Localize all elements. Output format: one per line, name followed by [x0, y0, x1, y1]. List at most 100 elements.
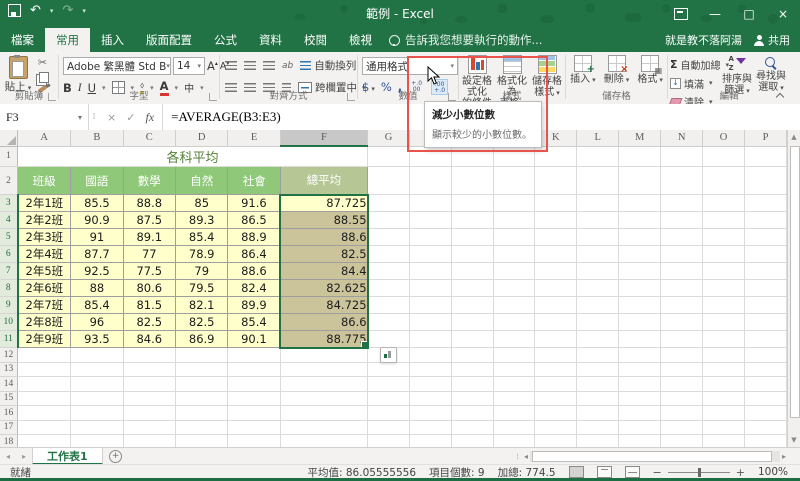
row-header-2[interactable]: 2: [0, 167, 18, 195]
row-header-11[interactable]: 11: [0, 331, 18, 348]
cell[interactable]: [176, 391, 228, 406]
column-header-A[interactable]: A: [18, 130, 71, 146]
table-header-cell[interactable]: 總平均: [280, 167, 367, 195]
column-header-G[interactable]: G: [368, 130, 410, 146]
cut-icon[interactable]: ✂: [38, 57, 47, 68]
cancel-icon[interactable]: ×: [107, 111, 116, 124]
cell[interactable]: [577, 331, 619, 348]
page-break-view-icon[interactable]: [625, 466, 640, 478]
ribbon-tab-檔案[interactable]: 檔案: [0, 28, 45, 52]
row-header-5[interactable]: 5: [0, 229, 18, 246]
cell[interactable]: [451, 362, 493, 377]
ribbon-tab-插入[interactable]: 插入: [90, 28, 135, 52]
cell[interactable]: [535, 146, 577, 167]
cell[interactable]: [409, 331, 451, 348]
cell-F10[interactable]: 86.6: [280, 314, 367, 331]
cell[interactable]: [535, 435, 577, 448]
cell[interactable]: [619, 167, 661, 195]
cell[interactable]: 2年4班: [18, 246, 71, 263]
cell[interactable]: [577, 212, 619, 229]
cell[interactable]: [703, 314, 745, 331]
cell[interactable]: [577, 348, 619, 363]
cell[interactable]: [176, 406, 228, 421]
cell[interactable]: 79: [176, 263, 228, 280]
cell[interactable]: [368, 212, 410, 229]
cell[interactable]: [577, 362, 619, 377]
cell[interactable]: [661, 314, 703, 331]
cell[interactable]: [661, 377, 703, 392]
cell[interactable]: 89.3: [176, 212, 228, 229]
cell[interactable]: [493, 167, 535, 195]
font-name-select[interactable]: Adobe 繁黑體 Std B▾: [63, 57, 171, 75]
cell[interactable]: [409, 167, 451, 195]
cell[interactable]: 96: [71, 314, 123, 331]
cell[interactable]: [493, 348, 535, 363]
font-dialog-launcher-icon[interactable]: [209, 93, 217, 101]
cell[interactable]: [577, 391, 619, 406]
cell[interactable]: [451, 297, 493, 314]
cell[interactable]: [451, 146, 493, 167]
cell[interactable]: [493, 229, 535, 246]
cell[interactable]: [493, 362, 535, 377]
cell[interactable]: [745, 167, 787, 195]
clipboard-dialog-launcher-icon[interactable]: [48, 93, 56, 101]
table-header-cell[interactable]: 數學: [123, 167, 175, 195]
share-button[interactable]: 共用: [754, 32, 790, 48]
quick-analysis-button[interactable]: [380, 347, 397, 363]
cell[interactable]: [409, 195, 451, 212]
column-header-M[interactable]: M: [619, 130, 661, 146]
cell[interactable]: [745, 377, 787, 392]
vertical-scroll-thumb[interactable]: [790, 146, 800, 418]
cell[interactable]: [280, 435, 367, 448]
cell[interactable]: [745, 406, 787, 421]
cell[interactable]: [703, 246, 745, 263]
cell[interactable]: [280, 348, 367, 363]
cell[interactable]: [280, 406, 367, 421]
row-header-8[interactable]: 8: [0, 280, 18, 297]
number-dialog-launcher-icon[interactable]: [448, 93, 456, 101]
cell[interactable]: 88.8: [123, 195, 175, 212]
cell[interactable]: 87.5: [123, 212, 175, 229]
cell[interactable]: 85.4: [71, 297, 123, 314]
row-header-16[interactable]: 16: [0, 406, 18, 421]
cell[interactable]: 85: [176, 195, 228, 212]
table-header-cell[interactable]: 班級: [18, 167, 71, 195]
horizontal-scroll-thumb[interactable]: [532, 451, 772, 462]
cell[interactable]: 2年3班: [18, 229, 71, 246]
wrap-text-button[interactable]: 自動換列: [300, 58, 356, 73]
row-header-15[interactable]: 15: [0, 391, 18, 406]
cell[interactable]: [577, 377, 619, 392]
copy-icon[interactable]: [39, 72, 49, 83]
table-header-cell[interactable]: 社會: [228, 167, 280, 195]
cell[interactable]: 78.9: [176, 246, 228, 263]
row-header-10[interactable]: 10: [0, 314, 18, 331]
cell[interactable]: [577, 229, 619, 246]
column-header-B[interactable]: B: [71, 130, 123, 146]
ribbon-tab-資料[interactable]: 資料: [248, 28, 293, 52]
cell[interactable]: 82.4: [228, 280, 280, 297]
cell[interactable]: [535, 391, 577, 406]
scrollbar-splitter[interactable]: ⁞: [516, 452, 519, 461]
scroll-left-icon[interactable]: ◂: [524, 452, 528, 461]
cell[interactable]: [535, 195, 577, 212]
cell[interactable]: [703, 297, 745, 314]
cell[interactable]: 89.1: [123, 229, 175, 246]
cell[interactable]: 87.7: [71, 246, 123, 263]
cell[interactable]: [493, 420, 535, 435]
align-middle-icon[interactable]: [244, 61, 256, 70]
cell[interactable]: 81.5: [123, 297, 175, 314]
cell[interactable]: [368, 229, 410, 246]
cell[interactable]: [71, 391, 123, 406]
cell[interactable]: [368, 331, 410, 348]
cell[interactable]: 85.5: [71, 195, 123, 212]
cell[interactable]: [368, 406, 410, 421]
cell[interactable]: 90.9: [71, 212, 123, 229]
cell[interactable]: 2年9班: [18, 331, 71, 348]
row-header-7[interactable]: 7: [0, 263, 18, 280]
cell[interactable]: 91: [71, 229, 123, 246]
cell[interactable]: 86.5: [228, 212, 280, 229]
table-header-cell[interactable]: 自然: [176, 167, 228, 195]
collapse-ribbon-icon[interactable]: [776, 92, 784, 100]
cell[interactable]: [18, 420, 71, 435]
cell[interactable]: [619, 391, 661, 406]
